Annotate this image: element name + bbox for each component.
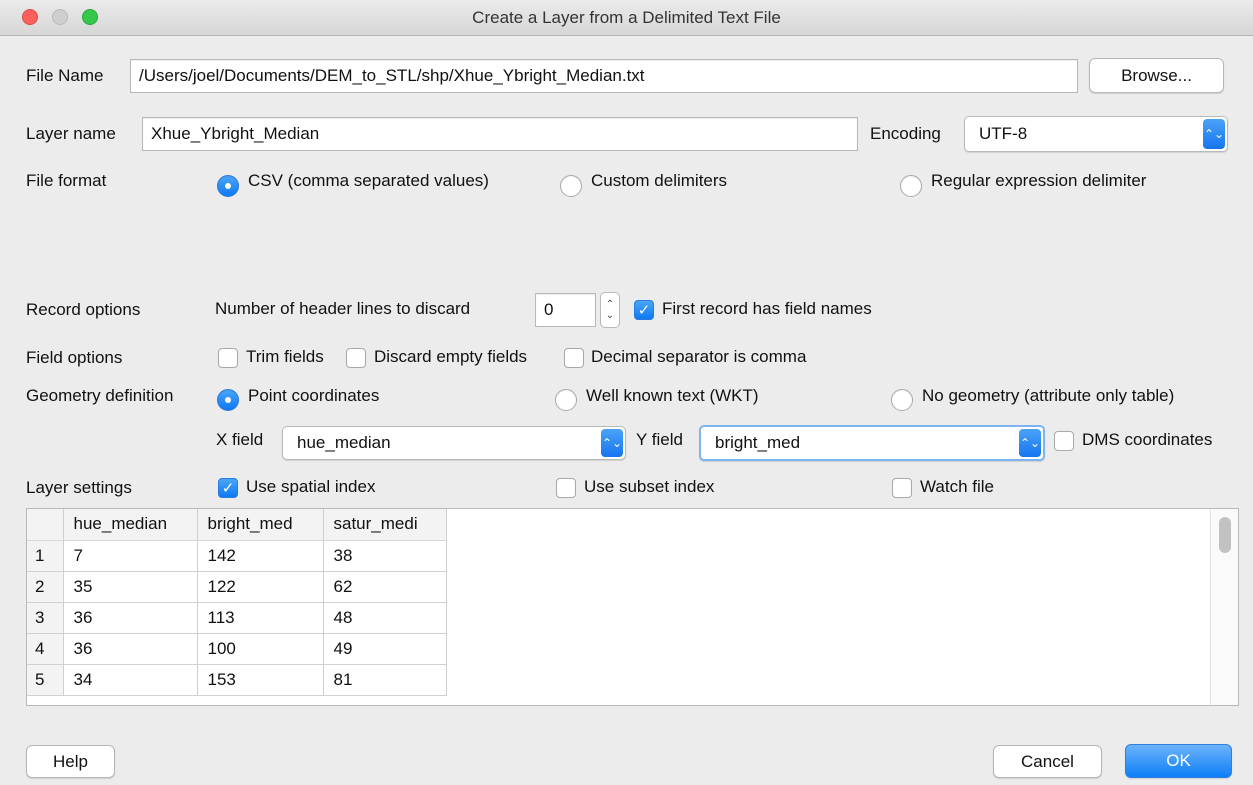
header-lines-input[interactable]: 0 bbox=[535, 293, 596, 327]
dms-coordinates-checkbox[interactable] bbox=[1054, 431, 1074, 451]
row-number: 2 bbox=[27, 571, 64, 603]
row-number: 1 bbox=[27, 540, 64, 572]
table-cell: 49 bbox=[323, 633, 447, 665]
radio-custom-delimiters[interactable] bbox=[560, 175, 582, 197]
spatial-index-label[interactable]: Use spatial index bbox=[246, 477, 375, 497]
table-row[interactable]: 2 35 122 62 bbox=[27, 571, 447, 603]
layer-name-input[interactable]: Xhue_Ybright_Median bbox=[142, 117, 858, 151]
preview-grid: hue_median bright_med satur_medi 1 7 142… bbox=[27, 509, 447, 696]
table-cell: 62 bbox=[323, 571, 447, 603]
discard-empty-checkbox[interactable] bbox=[346, 348, 366, 368]
table-cell: 100 bbox=[197, 633, 324, 665]
encoding-label: Encoding bbox=[870, 124, 941, 143]
table-cell: 7 bbox=[63, 540, 198, 572]
layer-settings-label: Layer settings bbox=[26, 478, 132, 497]
radio-no-geometry-label[interactable]: No geometry (attribute only table) bbox=[922, 386, 1174, 406]
stepper-up-icon[interactable]: ⌃ bbox=[606, 299, 614, 310]
table-cell: 113 bbox=[197, 602, 324, 634]
x-field-select[interactable]: hue_median ⌃⌄ bbox=[282, 426, 626, 460]
trim-fields-label[interactable]: Trim fields bbox=[246, 347, 324, 367]
layer-name-label: Layer name bbox=[26, 124, 116, 143]
file-name-label: File Name bbox=[26, 66, 104, 85]
ok-button[interactable]: OK bbox=[1125, 744, 1232, 778]
table-row[interactable]: 1 7 142 38 bbox=[27, 540, 447, 572]
decimal-comma-label[interactable]: Decimal separator is comma bbox=[591, 347, 806, 367]
radio-wkt-label[interactable]: Well known text (WKT) bbox=[586, 386, 759, 406]
radio-regex-delimiter[interactable] bbox=[900, 175, 922, 197]
x-field-select-value: hue_median bbox=[297, 433, 391, 452]
x-field-label: X field bbox=[216, 430, 264, 449]
stepper-down-icon[interactable]: ⌄ bbox=[606, 310, 614, 321]
decimal-comma-checkbox[interactable] bbox=[564, 348, 584, 368]
radio-regex-delimiter-label[interactable]: Regular expression delimiter bbox=[931, 171, 1146, 191]
table-cell: 81 bbox=[323, 664, 447, 696]
corner-header-cell bbox=[27, 509, 64, 541]
trim-fields-checkbox[interactable] bbox=[218, 348, 238, 368]
y-field-select[interactable]: bright_med ⌃⌄ bbox=[699, 425, 1045, 461]
table-cell: 142 bbox=[197, 540, 324, 572]
help-button[interactable]: Help bbox=[26, 745, 115, 778]
geometry-definition-label: Geometry definition bbox=[26, 386, 174, 405]
column-header[interactable]: hue_median bbox=[63, 509, 198, 541]
row-number: 3 bbox=[27, 602, 64, 634]
column-header[interactable]: bright_med bbox=[197, 509, 324, 541]
radio-point-coordinates-label[interactable]: Point coordinates bbox=[248, 386, 379, 406]
table-cell: 38 bbox=[323, 540, 447, 572]
table-cell: 36 bbox=[63, 633, 198, 665]
radio-no-geometry[interactable] bbox=[891, 389, 913, 411]
encoding-select[interactable]: UTF-8 ⌃⌄ bbox=[964, 116, 1228, 152]
table-cell: 34 bbox=[63, 664, 198, 696]
spatial-index-checkbox[interactable]: ✓ bbox=[218, 478, 238, 498]
radio-csv-label[interactable]: CSV (comma separated values) bbox=[248, 171, 489, 191]
table-cell: 36 bbox=[63, 602, 198, 634]
first-record-checkbox[interactable]: ✓ bbox=[634, 300, 654, 320]
row-number: 5 bbox=[27, 664, 64, 696]
preview-table[interactable]: hue_median bright_med satur_medi 1 7 142… bbox=[26, 508, 1239, 706]
field-options-label: Field options bbox=[26, 348, 123, 367]
title-bar: Create a Layer from a Delimited Text Fil… bbox=[0, 0, 1253, 36]
y-field-label: Y field bbox=[636, 430, 683, 449]
subset-index-label[interactable]: Use subset index bbox=[584, 477, 714, 497]
file-name-input[interactable]: /Users/joel/Documents/DEM_to_STL/shp/Xhu… bbox=[130, 59, 1078, 93]
table-cell: 122 bbox=[197, 571, 324, 603]
row-number: 4 bbox=[27, 633, 64, 665]
first-record-label[interactable]: First record has field names bbox=[662, 299, 872, 319]
encoding-select-value: UTF-8 bbox=[979, 124, 1028, 143]
discard-empty-label[interactable]: Discard empty fields bbox=[374, 347, 527, 367]
table-cell: 35 bbox=[63, 571, 198, 603]
updown-chevron-icon: ⌃⌄ bbox=[1019, 429, 1041, 457]
radio-wkt[interactable] bbox=[555, 389, 577, 411]
radio-custom-delimiters-label[interactable]: Custom delimiters bbox=[591, 171, 727, 191]
y-field-select-value: bright_med bbox=[715, 433, 801, 452]
table-row[interactable]: 5 34 153 81 bbox=[27, 664, 447, 696]
radio-point-coordinates[interactable] bbox=[217, 389, 239, 411]
header-lines-label: Number of header lines to discard bbox=[215, 299, 471, 318]
column-header[interactable]: satur_medi bbox=[323, 509, 447, 541]
window-title: Create a Layer from a Delimited Text Fil… bbox=[472, 8, 781, 27]
header-lines-stepper[interactable]: ⌃ ⌄ bbox=[600, 292, 620, 328]
table-cell: 48 bbox=[323, 602, 447, 634]
table-cell: 153 bbox=[197, 664, 324, 696]
record-options-label: Record options bbox=[26, 300, 141, 319]
table-row[interactable]: 4 36 100 49 bbox=[27, 633, 447, 665]
watch-file-checkbox[interactable] bbox=[892, 478, 912, 498]
vertical-scrollbar[interactable] bbox=[1210, 509, 1238, 705]
file-format-label: File format bbox=[26, 171, 107, 190]
updown-chevron-icon: ⌃⌄ bbox=[1203, 119, 1225, 149]
radio-csv[interactable] bbox=[217, 175, 239, 197]
table-row[interactable]: 3 36 113 48 bbox=[27, 602, 447, 634]
cancel-button[interactable]: Cancel bbox=[993, 745, 1102, 778]
browse-button[interactable]: Browse... bbox=[1089, 58, 1224, 93]
dms-coordinates-label[interactable]: DMS coordinates bbox=[1082, 430, 1248, 450]
updown-chevron-icon: ⌃⌄ bbox=[601, 429, 623, 457]
scrollbar-thumb[interactable] bbox=[1219, 517, 1231, 553]
watch-file-label[interactable]: Watch file bbox=[920, 477, 994, 497]
table-header-row: hue_median bright_med satur_medi bbox=[27, 509, 447, 541]
subset-index-checkbox[interactable] bbox=[556, 478, 576, 498]
